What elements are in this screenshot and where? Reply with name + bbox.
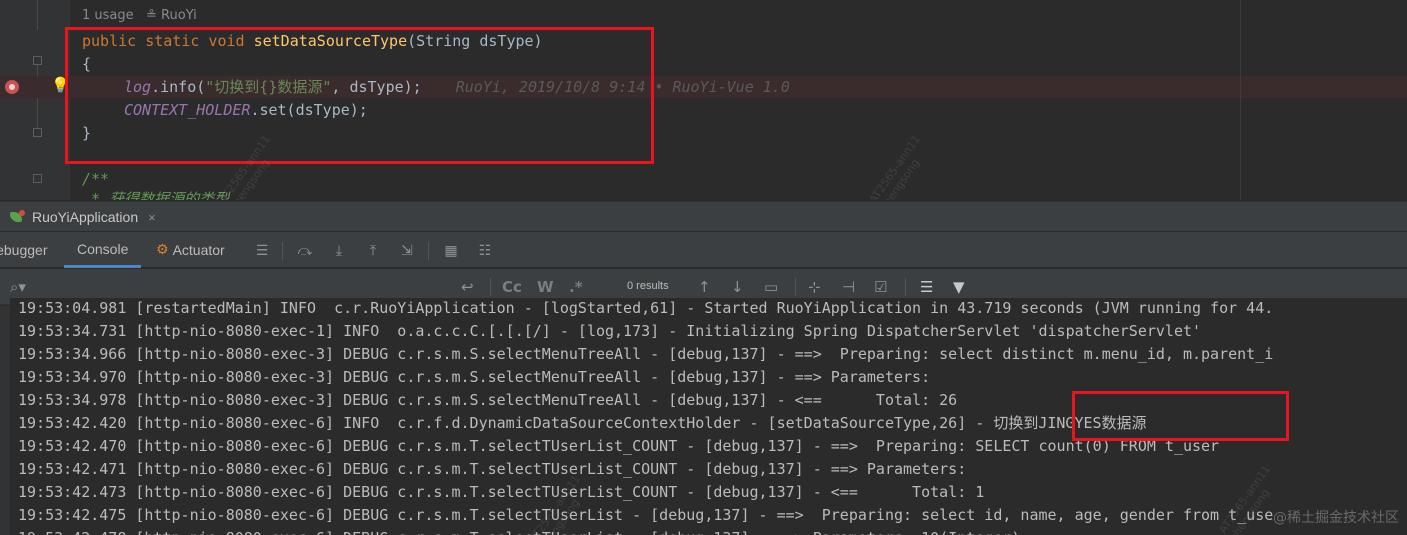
words-toggle[interactable]: W — [537, 278, 554, 296]
tab-console-label: Console — [77, 240, 129, 257]
toolbar-separator — [428, 242, 429, 260]
select-all-icon[interactable]: ☑ — [874, 278, 887, 296]
search-icon[interactable]: ⌕▾ — [10, 278, 26, 296]
step-over-icon[interactable]: ⤼ — [297, 243, 313, 259]
fold-marker[interactable] — [33, 128, 42, 137]
close-icon[interactable]: × — [148, 210, 156, 225]
right-margin-guide — [1240, 0, 1241, 200]
log-line: 19:53:04.981 [restartedMain] INFO c.r.Ru… — [18, 299, 1274, 317]
tab-debugger-label: Debugger — [0, 242, 48, 258]
fold-marker[interactable] — [33, 174, 42, 183]
newline-icon[interactable]: ↩ — [461, 278, 474, 296]
step-into-icon[interactable]: ⤓ — [331, 243, 347, 259]
add-selection-icon[interactable]: ⊹ — [808, 278, 821, 296]
console-gutter — [0, 306, 10, 535]
run-tool-window-tabs: RuoYiApplication × — [0, 201, 1407, 231]
run-config-tab[interactable]: RuoYiApplication × — [8, 202, 156, 232]
code-line-comment-open: /** — [82, 170, 110, 188]
log-line: 19:53:34.731 [http-nio-8080-exec-1] INFO… — [18, 322, 1202, 340]
editor-gutter[interactable] — [0, 0, 70, 200]
run-to-cursor-icon[interactable]: ⇲ — [399, 243, 415, 259]
next-occurrence-icon[interactable]: ↓ — [731, 278, 744, 296]
toolbar-separator — [795, 278, 796, 296]
remove-selection-icon[interactable]: ⊣ — [842, 278, 855, 296]
breakpoint-icon[interactable] — [5, 80, 19, 94]
trace-icon[interactable]: ☷ — [477, 243, 493, 259]
console-search-input[interactable] — [40, 277, 450, 297]
log-line: 19:53:42.470 [http-nio-8080-exec-6] DEBU… — [18, 437, 1220, 455]
step-out-icon[interactable]: ⤒ — [365, 243, 381, 259]
log-line: 19:53:34.966 [http-nio-8080-exec-3] DEBU… — [18, 345, 1274, 363]
actuator-icon: ⚙ — [156, 242, 169, 258]
previous-occurrence-icon[interactable]: ↑ — [698, 278, 711, 296]
select-all-occurrences-icon[interactable]: ▭ — [764, 278, 778, 296]
tool-window-toolbar: Debugger Console ⚙Actuator ☰ ⤼ ⤓ ⤒ ⇲ ▦ ☷ — [0, 232, 1407, 268]
log-line: 19:53:42.473 [http-nio-8080-exec-6] DEBU… — [18, 483, 985, 501]
toolbar-separator — [905, 278, 906, 296]
menu-icon[interactable]: ☰ — [254, 243, 270, 259]
filter-icon[interactable]: ▼ — [953, 278, 965, 296]
tab-actuator[interactable]: ⚙ Actuator — [156, 232, 225, 268]
annotation-highlight-box — [65, 27, 654, 164]
search-results-count: 0 results — [627, 280, 669, 292]
match-case-toggle[interactable]: Cc — [502, 278, 522, 296]
code-line-comment: * 获得数据源的类型 — [82, 190, 230, 200]
log-line: 19:53:34.978 [http-nio-8080-exec-3] DEBU… — [18, 391, 958, 409]
usage-hint[interactable]: 1 usage ≗ RuoYi — [82, 8, 197, 23]
fold-guide — [37, 0, 38, 30]
log-line: 19:53:42.478 [http-nio-8080-exec-6] DEBU… — [18, 527, 1020, 535]
evaluate-icon[interactable]: ▦ — [443, 243, 459, 259]
watermark: AT2565-ann11 chengsong — [866, 132, 923, 200]
fold-marker[interactable] — [33, 56, 42, 65]
toolbar-separator — [490, 278, 491, 296]
log-line: 19:53:42.471 [http-nio-8080-exec-6] DEBU… — [18, 460, 976, 478]
log-line: 19:53:42.475 [http-nio-8080-exec-6] DEBU… — [18, 506, 1274, 524]
code-editor[interactable]: 💡 1 usage ≗ RuoYi public static void set… — [0, 0, 1407, 200]
filter-lines-icon[interactable]: ☰ — [920, 278, 933, 296]
log-line: 19:53:34.970 [http-nio-8080-exec-3] DEBU… — [18, 368, 940, 386]
run-config-label: RuoYiApplication — [32, 209, 139, 225]
annotation-highlight-box — [1072, 391, 1289, 441]
tab-console[interactable]: Console — [64, 232, 142, 268]
tab-debugger[interactable]: Debugger — [0, 232, 48, 268]
spring-boot-icon — [8, 210, 26, 224]
log-line-datasource-switch: 19:53:42.420 [http-nio-8080-exec-6] INFO… — [18, 414, 1147, 432]
regex-toggle[interactable]: .* — [569, 278, 583, 296]
tab-actuator-label: Actuator — [172, 242, 225, 258]
toolbar-separator — [282, 242, 283, 260]
watermark-corner: @稀土掘金技术社区 — [1273, 510, 1399, 526]
